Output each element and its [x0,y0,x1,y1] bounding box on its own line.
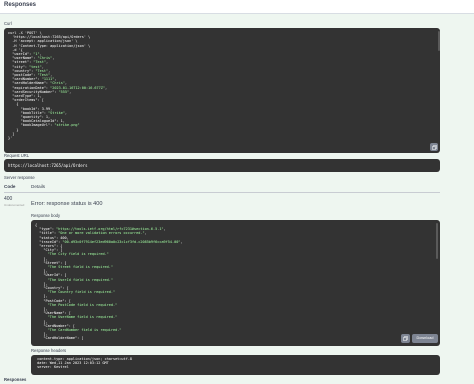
response-headers-label: Response headers [31,348,67,353]
response-body-code-block[interactable]: { "type": "https://tools.ietf.org/html/r… [31,220,440,346]
curl-code-block[interactable]: curl -X 'POST' \ 'https://localhost:7265… [4,28,440,153]
copy-icon [431,144,437,150]
copy-response-button[interactable] [401,334,410,343]
request-url-label: Request URL [4,153,30,158]
response-body-line: "CardHolderName": [ [35,336,84,341]
top-header: Responses [0,0,474,14]
code-column-header: Code [4,184,16,189]
error-message: Error: response status is 400 [31,201,103,207]
response-header-line: server: Kestrel [35,365,69,370]
status-code: 400 [4,196,13,202]
server-response-label: Server response [4,175,35,180]
request-url-field[interactable]: https://localhost:7265/api/Orders [4,159,440,172]
curl-scrollbar[interactable] [438,31,440,51]
response-headers-code-block[interactable]: content-type: application/json; charset=… [31,355,440,375]
curl-label: Curl [4,21,12,26]
response-table-header: Code Details [4,183,440,193]
curl-code-line: }' [8,136,13,141]
responses-footer-label: Responses [4,377,27,382]
copy-to-clipboard-button[interactable] [430,143,438,151]
response-body-label: Response body [31,213,61,218]
details-column-header: Details [31,184,46,189]
copy-icon [403,336,408,341]
response-scrollbar[interactable] [436,223,438,259]
responses-title: Responses [4,2,37,8]
status-undocumented: Undocumented [4,203,25,207]
download-button[interactable]: Download [412,334,438,343]
